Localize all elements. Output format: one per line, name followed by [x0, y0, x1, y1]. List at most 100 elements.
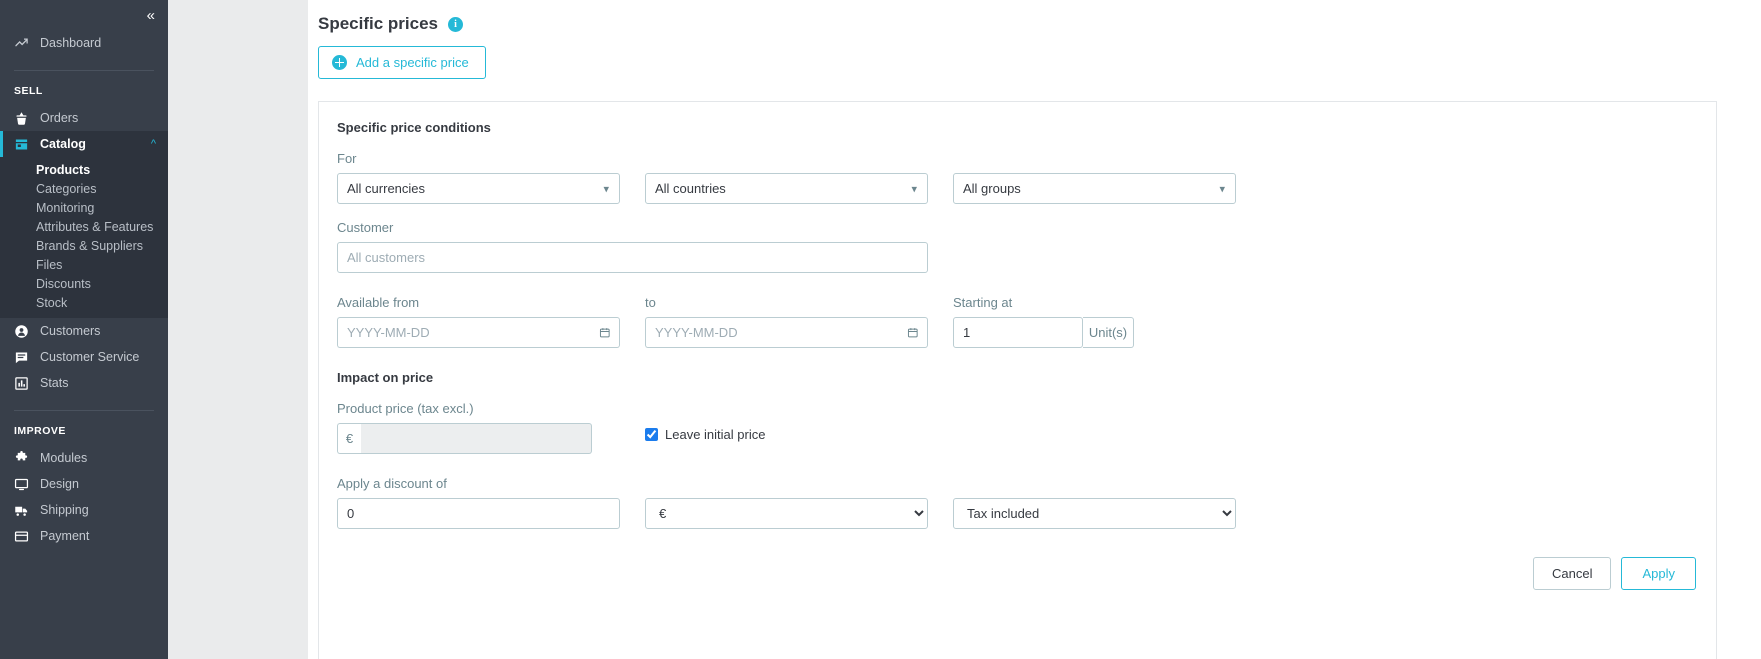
available-from-label: Available from	[337, 295, 620, 310]
leave-initial-price-label: Leave initial price	[665, 427, 765, 442]
sidebar-item-label: Orders	[40, 111, 78, 125]
tax-mode-field: Tax included	[953, 498, 1236, 529]
page-gutter	[168, 0, 308, 659]
trending-up-icon	[14, 36, 34, 51]
sidebar-item-payment[interactable]: Payment	[0, 523, 168, 549]
puzzle-icon	[14, 451, 34, 466]
starting-at-label: Starting at	[953, 295, 1236, 310]
starting-at-field: Starting at Unit(s)	[953, 295, 1236, 348]
submenu-item-discounts[interactable]: Discounts	[0, 274, 168, 293]
submenu-item-stock[interactable]: Stock	[0, 293, 168, 312]
product-price-field: Product price (tax excl.) €	[337, 401, 620, 454]
group-selected-value: All groups	[963, 181, 1021, 196]
discount-amount-input[interactable]	[337, 498, 620, 529]
submenu-item-monitoring[interactable]: Monitoring	[0, 198, 168, 217]
person-icon	[14, 324, 34, 339]
sidebar-collapse-row: «	[0, 0, 168, 30]
plus-circle-icon	[332, 55, 347, 70]
sidebar-item-customers[interactable]: Customers	[0, 318, 168, 344]
sidebar: « Dashboard SELL Orders Catalog ^ Produc…	[0, 0, 168, 659]
sidebar-item-label: Dashboard	[40, 36, 101, 50]
submenu-item-brands-suppliers[interactable]: Brands & Suppliers	[0, 236, 168, 255]
app-root: « Dashboard SELL Orders Catalog ^ Produc…	[0, 0, 1761, 659]
customer-input[interactable]	[337, 242, 928, 273]
bar-chart-icon	[14, 376, 34, 391]
sidebar-item-stats[interactable]: Stats	[0, 370, 168, 396]
specific-price-panel: Specific price conditions For All curren…	[318, 101, 1717, 659]
currency-field: All currencies ▾	[337, 173, 620, 204]
apply-button[interactable]: Apply	[1621, 557, 1696, 590]
basket-icon	[14, 111, 34, 126]
discount-amount-field	[337, 498, 620, 529]
currency-symbol-addon: €	[337, 423, 361, 454]
country-select[interactable]: All countries	[645, 173, 928, 204]
sidebar-item-customer-service[interactable]: Customer Service	[0, 344, 168, 370]
group-field: All groups ▾	[953, 173, 1236, 204]
product-price-row: Product price (tax excl.) € Leave initia…	[337, 401, 1698, 454]
product-price-input[interactable]	[361, 423, 592, 454]
for-row: All currencies ▾ All countries ▾	[337, 173, 1698, 204]
impact-on-price-title: Impact on price	[337, 370, 1698, 385]
catalog-submenu: Products Categories Monitoring Attribute…	[0, 157, 168, 318]
sidebar-item-catalog[interactable]: Catalog ^	[0, 131, 168, 157]
submenu-item-attributes-features[interactable]: Attributes & Features	[0, 217, 168, 236]
collapse-menu-icon[interactable]: «	[147, 8, 154, 23]
sidebar-section-sell: SELL	[0, 71, 168, 105]
calendar-icon[interactable]	[591, 317, 620, 348]
store-icon	[14, 137, 34, 152]
card-icon	[14, 529, 34, 544]
page-title: Specific prices i	[318, 14, 1761, 34]
country-field: All countries ▾	[645, 173, 928, 204]
starting-at-input[interactable]	[953, 317, 1083, 348]
sidebar-item-orders[interactable]: Orders	[0, 105, 168, 131]
submenu-item-files[interactable]: Files	[0, 255, 168, 274]
sidebar-item-label: Design	[40, 477, 79, 491]
calendar-icon[interactable]	[899, 317, 928, 348]
apply-discount-label: Apply a discount of	[337, 476, 1698, 491]
page-title-text: Specific prices	[318, 14, 438, 34]
sidebar-item-shipping[interactable]: Shipping	[0, 497, 168, 523]
submenu-item-categories[interactable]: Categories	[0, 179, 168, 198]
available-to-input[interactable]	[645, 317, 899, 348]
customer-label: Customer	[337, 220, 1698, 235]
discount-unit-select[interactable]: €	[645, 498, 928, 529]
currency-select[interactable]: All currencies	[337, 173, 620, 204]
sidebar-item-label: Shipping	[40, 503, 89, 517]
sidebar-item-modules[interactable]: Modules	[0, 445, 168, 471]
chevron-up-icon[interactable]: ^	[151, 138, 156, 150]
sidebar-item-label: Catalog	[40, 137, 86, 151]
main-content: Specific prices i Add a specific price S…	[308, 0, 1761, 659]
tax-mode-select[interactable]: Tax included	[953, 498, 1236, 529]
available-from-input[interactable]	[337, 317, 591, 348]
sidebar-item-design[interactable]: Design	[0, 471, 168, 497]
add-specific-price-button[interactable]: Add a specific price	[318, 46, 486, 79]
info-icon[interactable]: i	[448, 17, 463, 32]
sidebar-item-dashboard[interactable]: Dashboard	[0, 30, 168, 56]
available-to-label: to	[645, 295, 928, 310]
page-header: Specific prices i Add a specific price	[308, 0, 1761, 79]
sidebar-item-label: Customers	[40, 324, 100, 338]
sidebar-item-label: Payment	[40, 529, 89, 543]
cancel-button[interactable]: Cancel	[1533, 557, 1611, 590]
discount-unit-field: €	[645, 498, 928, 529]
chat-icon	[14, 350, 34, 365]
for-label: For	[337, 151, 1698, 166]
available-from-field: Available from	[337, 295, 620, 348]
country-selected-value: All countries	[655, 181, 726, 196]
product-price-label: Product price (tax excl.)	[337, 401, 620, 416]
submenu-item-products[interactable]: Products	[0, 160, 168, 179]
available-to-field: to	[645, 295, 928, 348]
currency-selected-value: All currencies	[347, 181, 425, 196]
form-footer-actions: Cancel Apply	[337, 557, 1698, 590]
truck-icon	[14, 503, 34, 518]
availability-row: Available from to	[337, 295, 1698, 348]
sidebar-item-label: Customer Service	[40, 350, 139, 364]
leave-initial-price-checkbox[interactable]	[645, 428, 658, 441]
units-addon-label: Unit(s)	[1083, 317, 1134, 348]
customer-field	[337, 242, 928, 273]
monitor-icon	[14, 477, 34, 492]
leave-initial-price-field: Leave initial price	[645, 401, 928, 442]
add-specific-price-label: Add a specific price	[356, 55, 469, 70]
group-select[interactable]: All groups	[953, 173, 1236, 204]
leave-initial-price-checkbox-row[interactable]: Leave initial price	[645, 427, 928, 442]
